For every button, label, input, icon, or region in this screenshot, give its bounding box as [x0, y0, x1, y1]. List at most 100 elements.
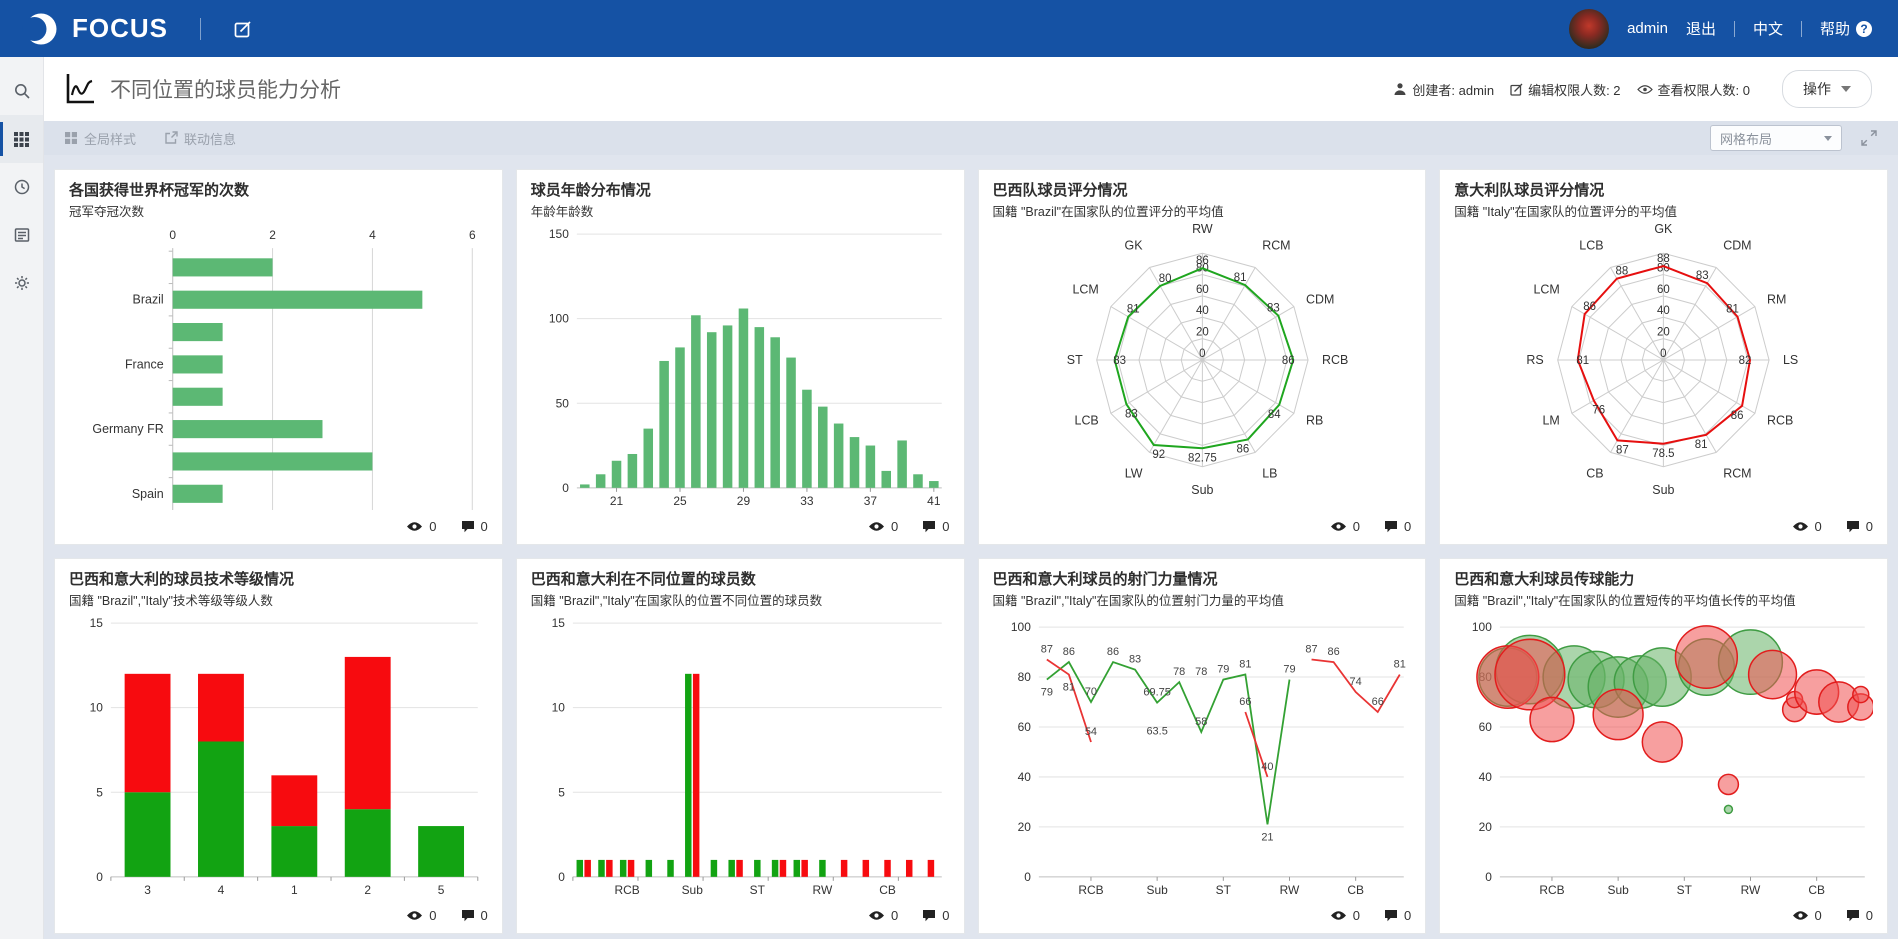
svg-text:83: 83	[1125, 408, 1138, 420]
help-link[interactable]: 帮助 ?	[1820, 18, 1872, 39]
svg-text:82: 82	[1739, 355, 1752, 367]
svg-text:81: 81	[1233, 272, 1246, 284]
svg-text:81: 81	[1239, 658, 1251, 670]
comments-counter[interactable]: 0	[1846, 908, 1873, 923]
navbar-separator	[1801, 21, 1802, 37]
card-title: 意大利队球员评分情况	[1454, 182, 1873, 201]
svg-text:4: 4	[218, 883, 225, 897]
language-link[interactable]: 中文	[1753, 18, 1783, 39]
svg-text:40: 40	[1657, 305, 1670, 317]
chart-canvas[interactable]: 0246BrazilFranceGermany FRSpain	[69, 222, 488, 514]
eye-icon	[868, 910, 885, 921]
eye-outline-icon	[1637, 84, 1653, 95]
comments-counter[interactable]: 0	[461, 908, 488, 923]
sidebar-item-datalist[interactable]	[0, 211, 43, 259]
sidebar-item-search[interactable]	[0, 67, 43, 115]
card-footer: 0 0	[69, 514, 488, 538]
svg-text:GK: GK	[1124, 238, 1143, 252]
help-icon: ?	[1856, 21, 1872, 37]
sidebar-item-history[interactable]	[0, 163, 43, 211]
comment-icon	[461, 520, 475, 533]
chart-canvas[interactable]: 020406080100RCBSubSTRWCB	[1454, 611, 1873, 903]
comments-counter[interactable]: 0	[461, 519, 488, 534]
fullscreen-icon[interactable]	[1860, 129, 1878, 147]
svg-text:CB: CB	[1586, 467, 1603, 481]
svg-text:ST: ST	[749, 883, 765, 897]
svg-text:40: 40	[1196, 305, 1209, 317]
chart-canvas[interactable]: 051015RCBSubSTRWCB	[531, 611, 950, 903]
svg-text:LS: LS	[1783, 353, 1798, 367]
chevron-down-icon	[1841, 86, 1851, 92]
username[interactable]: admin	[1627, 20, 1668, 37]
comments-counter[interactable]: 0	[1846, 519, 1873, 534]
card-footer: 0 0	[69, 903, 488, 927]
svg-text:France: France	[125, 357, 164, 371]
svg-text:84: 84	[1267, 409, 1280, 421]
comments-counter[interactable]: 0	[1384, 908, 1411, 923]
views-counter[interactable]: 0	[1792, 519, 1822, 534]
svg-text:Sub: Sub	[681, 883, 703, 897]
chart-card: 意大利队球员评分情况 国籍 "Italy"在国家队的位置评分的平均值 02040…	[1439, 169, 1888, 545]
comments-counter[interactable]: 0	[922, 908, 949, 923]
svg-text:20: 20	[1017, 820, 1031, 834]
chart-canvas[interactable]: 020406080100RCBSubSTRWCB798670868369.757…	[993, 611, 1412, 903]
svg-text:GK: GK	[1655, 222, 1674, 236]
comments-count: 0	[942, 908, 949, 923]
eye-icon	[1792, 521, 1809, 532]
gear-icon	[13, 274, 31, 292]
left-sidebar	[0, 57, 44, 939]
views-count: 0	[1815, 519, 1822, 534]
chart-canvas[interactable]: 020406080RWRCMCDMRCBRBLBSubLWLCBSTLCMGK8…	[993, 222, 1412, 514]
views-counter[interactable]: 0	[406, 908, 436, 923]
card-subtitle: 冠军夺冠次数	[69, 204, 488, 220]
brand-logo[interactable]: FOCUS	[22, 10, 168, 48]
svg-text:66: 66	[1239, 696, 1251, 708]
svg-text:40: 40	[1261, 761, 1273, 773]
person-icon	[1393, 82, 1407, 96]
edit-dashboard-icon[interactable]	[233, 19, 253, 39]
chart-canvas[interactable]: 020406080GKCDMRMLSRCBRCMSubCBLMRSLCMLCB8…	[1454, 222, 1873, 514]
svg-text:LCM: LCM	[1072, 282, 1098, 296]
comments-count: 0	[1866, 908, 1873, 923]
layout-select[interactable]: 网格布局	[1710, 125, 1842, 151]
svg-text:4: 4	[369, 228, 376, 242]
svg-text:5: 5	[558, 785, 565, 799]
comments-counter[interactable]: 0	[922, 519, 949, 534]
linkage-info-button[interactable]: 联动信息	[164, 129, 236, 148]
views-counter[interactable]: 0	[868, 519, 898, 534]
svg-text:86: 86	[1327, 646, 1339, 658]
action-button[interactable]: 操作	[1782, 70, 1872, 108]
views-counter[interactable]: 0	[1792, 908, 1822, 923]
user-avatar[interactable]	[1569, 9, 1609, 49]
views-counter[interactable]: 0	[406, 519, 436, 534]
svg-text:60: 60	[1017, 720, 1031, 734]
sidebar-item-settings[interactable]	[0, 259, 43, 307]
comments-count: 0	[481, 519, 488, 534]
svg-text:21: 21	[610, 494, 624, 508]
views-count: 0	[1815, 908, 1822, 923]
chart-canvas[interactable]: 050100150212529333741	[531, 222, 950, 514]
views-counter[interactable]: 0	[1330, 908, 1360, 923]
top-navbar: FOCUS admin 退出 中文 帮助 ?	[0, 0, 1898, 57]
sidebar-item-dashboards[interactable]	[0, 115, 43, 163]
style-grid-icon	[64, 131, 78, 145]
global-style-button[interactable]: 全局样式	[64, 129, 136, 148]
svg-text:54: 54	[1084, 726, 1096, 738]
comments-counter[interactable]: 0	[1384, 519, 1411, 534]
svg-text:RW: RW	[1192, 222, 1213, 236]
views-counter[interactable]: 0	[868, 908, 898, 923]
chart-canvas[interactable]: 05101534125	[69, 611, 488, 903]
logout-link[interactable]: 退出	[1686, 18, 1716, 39]
svg-text:CDM: CDM	[1723, 238, 1751, 252]
svg-text:5: 5	[438, 883, 445, 897]
toolbar-right: 网格布局	[1710, 125, 1878, 151]
comments-count: 0	[1404, 519, 1411, 534]
views-counter[interactable]: 0	[1330, 519, 1360, 534]
svg-text:88: 88	[1657, 253, 1670, 265]
navbar-separator	[1734, 21, 1735, 37]
svg-text:83: 83	[1128, 653, 1140, 665]
svg-text:83: 83	[1113, 355, 1126, 367]
svg-text:41: 41	[927, 494, 941, 508]
svg-text:80: 80	[1017, 670, 1031, 684]
list-icon	[13, 226, 31, 244]
